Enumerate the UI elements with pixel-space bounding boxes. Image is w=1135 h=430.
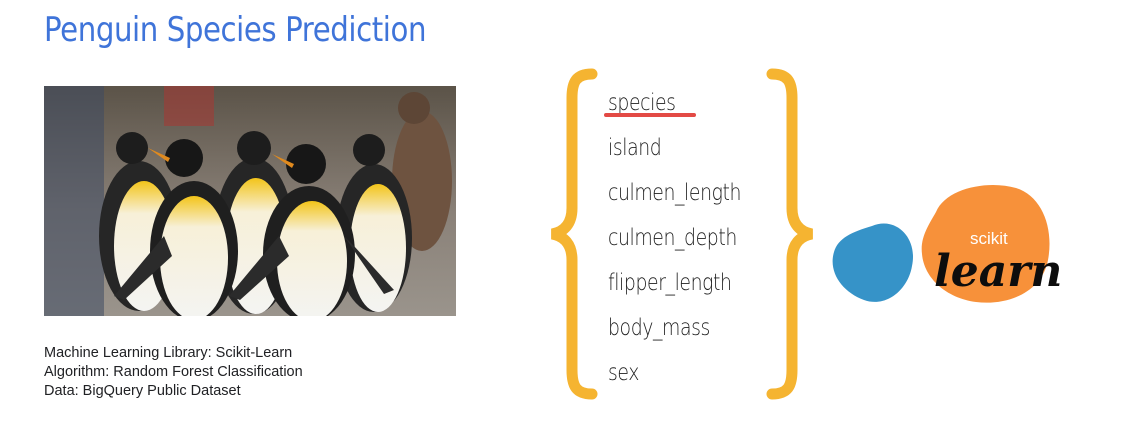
left-brace: [550, 68, 598, 400]
logo-learn-text: learn: [934, 246, 1062, 297]
data-source-text: Data: BigQuery Public Dataset: [44, 383, 241, 399]
feature-sex: sex: [608, 360, 640, 386]
page-title: Penguin Species Prediction: [44, 10, 427, 50]
feature-body-mass: body_mass: [608, 315, 710, 341]
feature-species: species: [608, 90, 676, 116]
target-underline: [604, 113, 696, 117]
library-text: Machine Learning Library: Scikit-Learn: [44, 345, 293, 361]
feature-island: island: [608, 135, 662, 161]
feature-flipper-length: flipper_length: [608, 270, 732, 296]
feature-culmen-length: culmen_length: [608, 180, 742, 206]
feature-list: species island culmen_length culmen_dept…: [608, 86, 770, 401]
penguin-photo: [44, 86, 456, 316]
model-info: Machine Learning Library: Scikit-Learn A…: [44, 344, 303, 401]
feature-culmen-depth: culmen_depth: [608, 225, 737, 251]
scikit-learn-logo: scikit learn: [832, 185, 1062, 303]
algorithm-text: Algorithm: Random Forest Classification: [44, 364, 303, 380]
